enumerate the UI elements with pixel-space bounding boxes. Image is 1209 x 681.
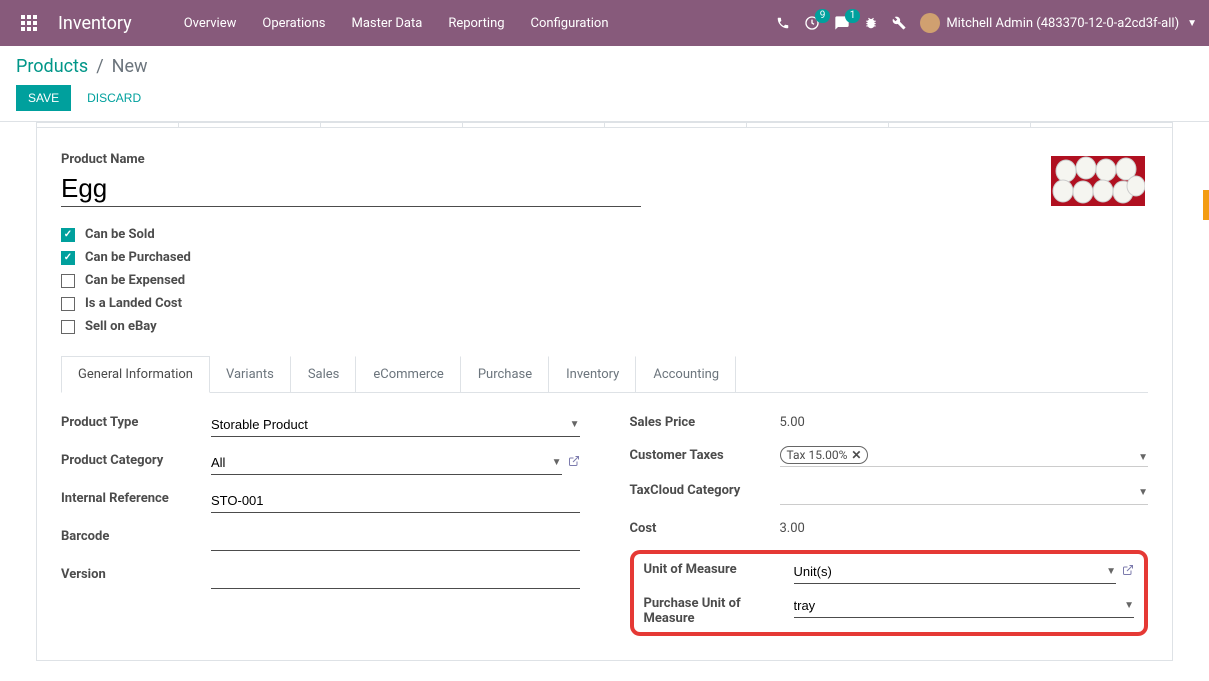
messages-badge: 1 [845, 9, 861, 23]
messages-icon[interactable]: 1 [834, 15, 850, 31]
label-version: Version [61, 565, 211, 582]
content-area: Product Name Can be Sold Can be Purchase… [0, 122, 1209, 681]
tax-tag[interactable]: Tax 15.00% ✕ [780, 446, 869, 464]
nav-reporting[interactable]: Reporting [436, 8, 516, 39]
tab-general-information[interactable]: General Information [61, 356, 210, 393]
breadcrumb-sep: / [96, 56, 103, 77]
check-label: Can be Purchased [85, 250, 191, 265]
label-product-category: Product Category [61, 451, 211, 468]
nav-master-data[interactable]: Master Data [339, 8, 434, 39]
label-product-type: Product Type [61, 413, 211, 430]
product-name-label: Product Name [61, 152, 1148, 167]
purchase-uom-select[interactable] [794, 594, 1135, 618]
phone-icon[interactable] [776, 16, 790, 30]
check-can-be-sold[interactable]: Can be Sold [61, 223, 1148, 246]
right-column: Sales Price 5.00 Customer Taxes Tax 15.0… [630, 413, 1149, 636]
user-label: Mitchell Admin (483370-12-0-a2cd3f-all) [946, 16, 1179, 31]
tax-tag-label: Tax 15.00% [787, 448, 848, 462]
product-type-select[interactable] [211, 413, 580, 437]
breadcrumb-products[interactable]: Products [16, 56, 88, 77]
label-cost: Cost [630, 519, 780, 536]
chevron-down-icon: ▼ [1187, 18, 1197, 29]
apps-icon[interactable] [12, 6, 46, 40]
user-menu[interactable]: Mitchell Admin (483370-12-0-a2cd3f-all) … [920, 13, 1197, 33]
general-info-panel: Product Type ▼ Product Category ▼ [61, 393, 1148, 636]
activity-icon[interactable]: 9 [804, 15, 820, 31]
nav-operations[interactable]: Operations [250, 8, 337, 39]
checkbox-icon[interactable] [61, 251, 75, 265]
label-sales-price: Sales Price [630, 413, 780, 430]
check-label: Can be Expensed [85, 273, 185, 288]
product-category-select[interactable] [211, 451, 562, 475]
chevron-down-icon: ▼ [1138, 452, 1148, 463]
label-uom: Unit of Measure [644, 560, 794, 577]
save-button[interactable]: SAVE [16, 85, 71, 111]
check-landed-cost[interactable]: Is a Landed Cost [61, 292, 1148, 315]
tab-ecommerce[interactable]: eCommerce [356, 356, 460, 393]
check-label: Sell on eBay [85, 319, 157, 334]
checkbox-icon[interactable] [61, 297, 75, 311]
cost-value[interactable]: 3.00 [780, 519, 1149, 538]
taxcloud-select[interactable] [780, 481, 1149, 505]
label-barcode: Barcode [61, 527, 211, 544]
product-name-input[interactable] [61, 171, 641, 207]
check-label: Can be Sold [85, 227, 155, 242]
tab-purchase[interactable]: Purchase [461, 356, 549, 393]
external-link-icon[interactable] [568, 455, 580, 471]
nav-configuration[interactable]: Configuration [519, 8, 621, 39]
checkbox-icon[interactable] [61, 274, 75, 288]
checkbox-icon[interactable] [61, 228, 75, 242]
tab-sales[interactable]: Sales [291, 356, 357, 393]
left-column: Product Type ▼ Product Category ▼ [61, 413, 580, 636]
discard-button[interactable]: DISCARD [75, 85, 153, 111]
nav-overview[interactable]: Overview [172, 8, 249, 39]
checkbox-icon[interactable] [61, 320, 75, 334]
version-input[interactable] [211, 565, 580, 589]
external-link-icon[interactable] [1122, 564, 1134, 580]
breadcrumb: Products / New [16, 56, 1193, 77]
label-taxcloud: TaxCloud Category [630, 481, 780, 498]
activity-badge: 9 [815, 9, 831, 23]
bug-icon[interactable] [864, 16, 878, 30]
tab-inventory[interactable]: Inventory [549, 356, 636, 393]
tab-variants[interactable]: Variants [210, 356, 291, 393]
avatar [920, 13, 940, 33]
close-icon[interactable]: ✕ [851, 448, 861, 462]
check-can-be-purchased[interactable]: Can be Purchased [61, 246, 1148, 269]
tab-accounting[interactable]: Accounting [636, 356, 736, 393]
scrollbar-indicator[interactable] [1203, 190, 1209, 220]
label-internal-ref: Internal Reference [61, 489, 211, 506]
tabs: General Information Variants Sales eComm… [61, 356, 1148, 393]
action-buttons: SAVE DISCARD [16, 85, 1193, 111]
control-panel: Products / New SAVE DISCARD [0, 46, 1209, 122]
check-can-be-expensed[interactable]: Can be Expensed [61, 269, 1148, 292]
check-sell-on-ebay[interactable]: Sell on eBay [61, 315, 1148, 338]
app-title[interactable]: Inventory [58, 13, 132, 34]
uom-highlight-box: Unit of Measure ▼ Purchase Uni [630, 550, 1149, 636]
top-bar: Inventory Overview Operations Master Dat… [0, 0, 1209, 46]
form-sheet: Product Name Can be Sold Can be Purchase… [36, 128, 1173, 661]
breadcrumb-current: New [112, 56, 148, 77]
sales-price-value[interactable]: 5.00 [780, 413, 1149, 432]
check-label: Is a Landed Cost [85, 296, 182, 311]
top-right: 9 1 Mitchell Admin (483370-12-0-a2cd3f-a… [776, 13, 1197, 33]
unit-of-measure-select[interactable] [794, 560, 1117, 584]
checkbox-group: Can be Sold Can be Purchased Can be Expe… [61, 223, 1148, 338]
barcode-input[interactable] [211, 527, 580, 551]
label-purchase-uom: Purchase Unit of Measure [644, 594, 794, 626]
tools-icon[interactable] [892, 16, 906, 30]
internal-reference-input[interactable] [211, 489, 580, 513]
nav-menu: Overview Operations Master Data Reportin… [172, 8, 621, 39]
product-image[interactable] [1051, 156, 1145, 206]
label-customer-taxes: Customer Taxes [630, 446, 780, 463]
